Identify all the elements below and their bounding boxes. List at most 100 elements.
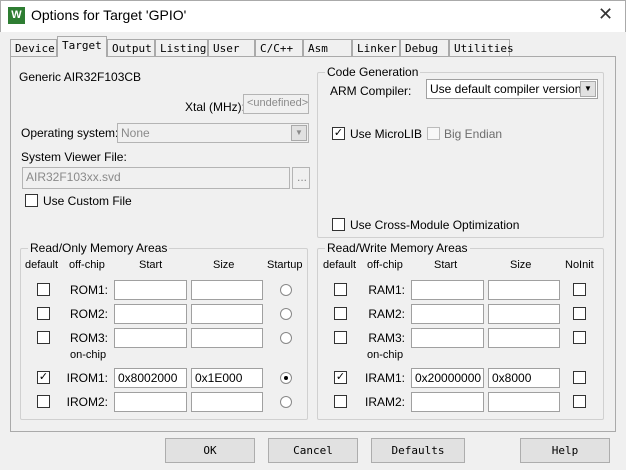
ram-start-input[interactable]: 0x20000000 bbox=[411, 368, 484, 388]
ram-start-input[interactable] bbox=[411, 280, 484, 300]
rom-start-input[interactable] bbox=[114, 392, 187, 412]
xtal-input[interactable]: <undefined> bbox=[243, 94, 309, 114]
defaults-button[interactable]: Defaults bbox=[371, 438, 465, 463]
rom-row-label: ROM1: bbox=[69, 283, 108, 297]
rom-size-input[interactable] bbox=[191, 280, 263, 300]
svf-input[interactable]: AIR32F103xx.svd bbox=[22, 167, 290, 189]
microlib-checkbox[interactable]: ✓ bbox=[332, 127, 345, 140]
ok-button[interactable]: OK bbox=[165, 438, 255, 463]
ram-row-label: RAM3: bbox=[368, 331, 405, 345]
rom-header-start: Start bbox=[139, 259, 163, 271]
os-select[interactable]: None ▼ bbox=[117, 123, 309, 143]
custom-file-checkbox[interactable] bbox=[25, 194, 38, 207]
rom-legend: Read/Only Memory Areas bbox=[28, 241, 170, 255]
help-button[interactable]: Help bbox=[520, 438, 610, 463]
big-endian-label: Big Endian bbox=[444, 127, 503, 141]
rom-size-input[interactable] bbox=[191, 328, 263, 348]
compiler-label: ARM Compiler: bbox=[330, 84, 412, 98]
ram-row-label: IRAM1: bbox=[364, 371, 405, 385]
tab-cc[interactable]: C/C++ bbox=[255, 39, 303, 57]
rom-default-checkbox[interactable] bbox=[37, 331, 50, 344]
tab-output[interactable]: Output bbox=[107, 39, 155, 57]
keil-uvision-icon: W bbox=[8, 7, 25, 24]
browse-button[interactable]: ... bbox=[292, 167, 310, 189]
ram-start-input[interactable] bbox=[411, 392, 484, 412]
noinit-checkbox[interactable] bbox=[573, 371, 586, 384]
tab-listing[interactable]: Listing bbox=[155, 39, 208, 57]
rom-default-checkbox[interactable] bbox=[37, 395, 50, 408]
rom-size-input[interactable] bbox=[191, 304, 263, 324]
ram-start-input[interactable] bbox=[411, 304, 484, 324]
startup-radio[interactable] bbox=[280, 284, 292, 296]
window-title: Options for Target 'GPIO' bbox=[31, 7, 187, 23]
cross-module-checkbox[interactable] bbox=[332, 218, 345, 231]
rom-start-input[interactable]: 0x8002000 bbox=[114, 368, 187, 388]
cancel-button[interactable]: Cancel bbox=[268, 438, 358, 463]
ram-header-start: Start bbox=[434, 259, 458, 271]
tab-target[interactable]: Target bbox=[57, 36, 107, 57]
ram-row-label: RAM1: bbox=[368, 283, 405, 297]
ram-header-size: Size bbox=[510, 259, 532, 271]
ram-default-checkbox[interactable] bbox=[334, 307, 347, 320]
code-generation-legend: Code Generation bbox=[325, 65, 421, 79]
rom-row-label: IROM2: bbox=[66, 395, 108, 409]
microlib-label: Use MicroLIB bbox=[350, 127, 423, 141]
rom-header-startup: Startup bbox=[267, 259, 303, 271]
noinit-checkbox[interactable] bbox=[573, 331, 586, 344]
ram-size-input[interactable] bbox=[488, 280, 560, 300]
cross-module-label: Use Cross-Module Optimization bbox=[350, 218, 520, 232]
ram-size-input[interactable] bbox=[488, 304, 560, 324]
ram-start-input[interactable] bbox=[411, 328, 484, 348]
ram-default-checkbox[interactable] bbox=[334, 283, 347, 296]
os-label: Operating system: bbox=[21, 126, 119, 140]
tab-debug[interactable]: Debug bbox=[400, 39, 449, 57]
ram-size-input[interactable] bbox=[488, 392, 560, 412]
chevron-down-icon: ▼ bbox=[291, 125, 307, 141]
startup-radio[interactable] bbox=[280, 396, 292, 408]
rom-start-input[interactable] bbox=[114, 304, 187, 324]
rom-start-input[interactable] bbox=[114, 328, 187, 348]
rom-row-label: ROM2: bbox=[69, 307, 108, 321]
chevron-down-icon: ▼ bbox=[580, 81, 596, 97]
rom-onchip-label: on-chip bbox=[70, 349, 107, 361]
custom-file-label: Use Custom File bbox=[43, 194, 132, 208]
compiler-value: Use default compiler version 5 bbox=[430, 82, 592, 96]
ram-row-label: RAM2: bbox=[368, 307, 405, 321]
tab-device[interactable]: Device bbox=[10, 39, 57, 57]
ram-size-input[interactable]: 0x8000 bbox=[488, 368, 560, 388]
ram-header-off-chip: off-chip bbox=[367, 259, 403, 271]
tab-user[interactable]: User bbox=[208, 39, 255, 57]
ram-onchip-label: on-chip bbox=[367, 349, 404, 361]
close-icon[interactable]: ✕ bbox=[598, 4, 613, 25]
startup-radio[interactable] bbox=[280, 372, 292, 384]
rom-row-label: ROM3: bbox=[69, 331, 108, 345]
noinit-checkbox[interactable] bbox=[573, 395, 586, 408]
big-endian-checkbox[interactable] bbox=[427, 127, 440, 140]
compiler-select[interactable]: Use default compiler version 5 ▼ bbox=[426, 79, 598, 99]
ram-row-label: IRAM2: bbox=[364, 395, 405, 409]
startup-radio[interactable] bbox=[280, 332, 292, 344]
ram-size-input[interactable] bbox=[488, 328, 560, 348]
noinit-checkbox[interactable] bbox=[573, 283, 586, 296]
rom-default-checkbox[interactable] bbox=[37, 307, 50, 320]
rom-size-input[interactable]: 0x1E000 bbox=[191, 368, 263, 388]
noinit-checkbox[interactable] bbox=[573, 307, 586, 320]
ram-default-checkbox[interactable] bbox=[334, 331, 347, 344]
tab-utilities[interactable]: Utilities bbox=[449, 39, 514, 57]
ram-default-checkbox[interactable] bbox=[334, 395, 347, 408]
rom-start-input[interactable] bbox=[114, 280, 187, 300]
rom-header-off-chip: off-chip bbox=[69, 259, 105, 271]
os-value: None bbox=[121, 126, 150, 140]
ram-header-noinit: NoInit bbox=[565, 259, 594, 271]
rom-header-default: default bbox=[25, 259, 59, 271]
tab-linker[interactable]: Linker bbox=[352, 39, 400, 57]
rom-header-size: Size bbox=[213, 259, 235, 271]
startup-radio[interactable] bbox=[280, 308, 292, 320]
rom-size-input[interactable] bbox=[191, 392, 263, 412]
ram-legend: Read/Write Memory Areas bbox=[325, 241, 470, 255]
rom-default-checkbox[interactable]: ✓ bbox=[37, 371, 50, 384]
ram-default-checkbox[interactable]: ✓ bbox=[334, 371, 347, 384]
tab-asm[interactable]: Asm bbox=[303, 39, 352, 57]
rom-default-checkbox[interactable] bbox=[37, 283, 50, 296]
rom-row-label: IROM1: bbox=[66, 371, 108, 385]
